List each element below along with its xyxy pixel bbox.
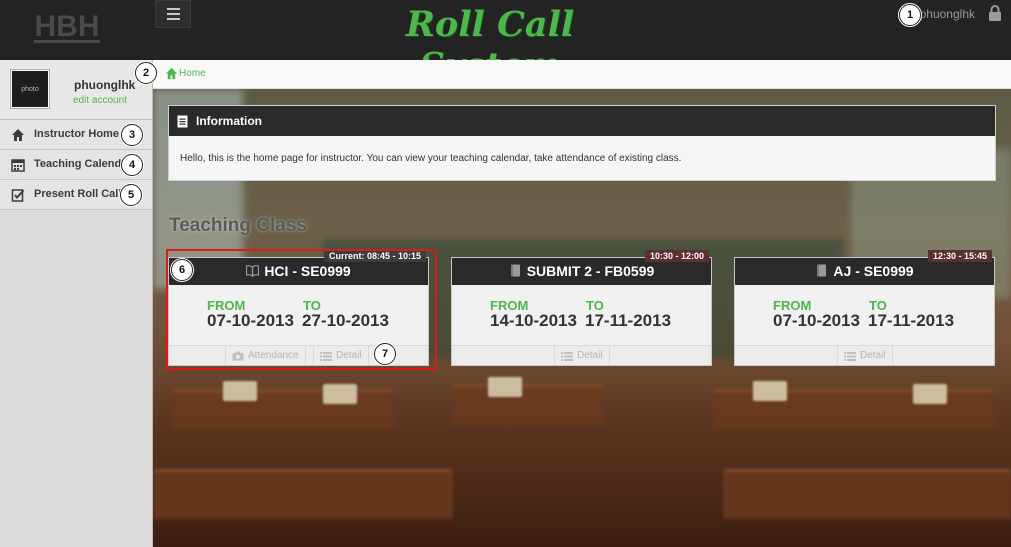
annotation-marker: 6: [171, 259, 193, 281]
top-bar: HBH Roll Call System phuonglhk: [0, 0, 1011, 86]
book-icon: [817, 264, 827, 277]
class-name-text: SUBMIT 2 - FB0599: [526, 263, 655, 279]
annotation-marker: 2: [135, 62, 157, 84]
background-book: [913, 384, 947, 404]
profile-name: phuonglhk: [74, 78, 136, 92]
book-icon: [510, 264, 520, 277]
background-desk: [153, 469, 453, 519]
annotation-marker: 1: [899, 4, 921, 26]
checklist-icon: [11, 189, 25, 202]
background-book: [488, 377, 522, 397]
class-card-footer: Detail: [452, 345, 711, 365]
class-card: AJ - SE0999 12:30 - 15:45 FROM TO 07-10-…: [734, 250, 995, 366]
menu-toggle-button[interactable]: [155, 0, 191, 28]
document-icon: [177, 115, 188, 128]
detail-label: Detail: [860, 350, 886, 361]
list-icon: [844, 351, 856, 361]
information-header: Information: [169, 106, 995, 136]
class-card-header: AJ - SE0999: [735, 258, 994, 285]
class-card-footer: Detail: [735, 345, 994, 365]
breadcrumb-home-link[interactable]: Home: [179, 68, 206, 79]
logo: HBH: [34, 10, 100, 43]
edit-account-link[interactable]: edit account: [73, 95, 127, 106]
class-name[interactable]: SUBMIT 2 - FB0599: [452, 263, 711, 279]
annotation-marker: 4: [121, 154, 143, 176]
user-name-link[interactable]: phuonglhk: [920, 7, 975, 21]
class-name-text: AJ - SE0999: [833, 263, 914, 279]
class-name[interactable]: AJ - SE0999: [735, 263, 994, 279]
sidebar-item-label: Instructor Home: [34, 128, 119, 140]
to-date: 17-11-2013: [585, 311, 672, 330]
list-icon: [561, 351, 573, 361]
calendar-icon: [11, 159, 25, 172]
profile-panel: photo phuonglhk edit account: [0, 60, 152, 120]
class-card-header: SUBMIT 2 - FB0599: [452, 258, 711, 285]
to-date: 17-11-2013: [868, 311, 955, 330]
from-date: 07-10-2013: [773, 311, 860, 330]
detail-label: Detail: [577, 350, 603, 361]
background-book: [323, 384, 357, 404]
background-desk: [173, 389, 393, 429]
background-desk: [453, 384, 603, 424]
avatar[interactable]: photo: [10, 69, 50, 109]
background-desk: [723, 469, 1011, 519]
home-icon: [12, 129, 24, 141]
information-text: Hello, this is the home page for instruc…: [180, 153, 682, 164]
lock-icon[interactable]: [988, 5, 1002, 21]
annotation-marker: 7: [374, 343, 396, 365]
sidebar-item-label: Teaching Calendar: [34, 158, 132, 170]
logo-text: HBH: [35, 10, 100, 43]
breadcrumb: Home: [153, 60, 1011, 89]
detail-button[interactable]: Detail: [837, 346, 893, 365]
current-class-highlight: [166, 249, 437, 370]
background-book: [753, 381, 787, 401]
time-badge: 10:30 - 12:00: [644, 250, 709, 262]
information-panel: Information Hello, this is the home page…: [168, 105, 996, 181]
home-icon[interactable]: [165, 67, 178, 80]
section-title: Teaching Class: [169, 215, 307, 236]
annotation-marker: 5: [120, 184, 142, 206]
information-title: Information: [196, 114, 262, 128]
class-card: SUBMIT 2 - FB0599 10:30 - 12:00 FROM TO …: [451, 250, 712, 366]
time-badge: 12:30 - 15:45: [927, 250, 992, 262]
annotation-marker: 3: [121, 124, 143, 146]
background-book: [223, 381, 257, 401]
from-date: 14-10-2013: [490, 311, 577, 330]
sidebar-item-label: Present Roll Call: [34, 188, 122, 200]
detail-button[interactable]: Detail: [554, 346, 610, 365]
